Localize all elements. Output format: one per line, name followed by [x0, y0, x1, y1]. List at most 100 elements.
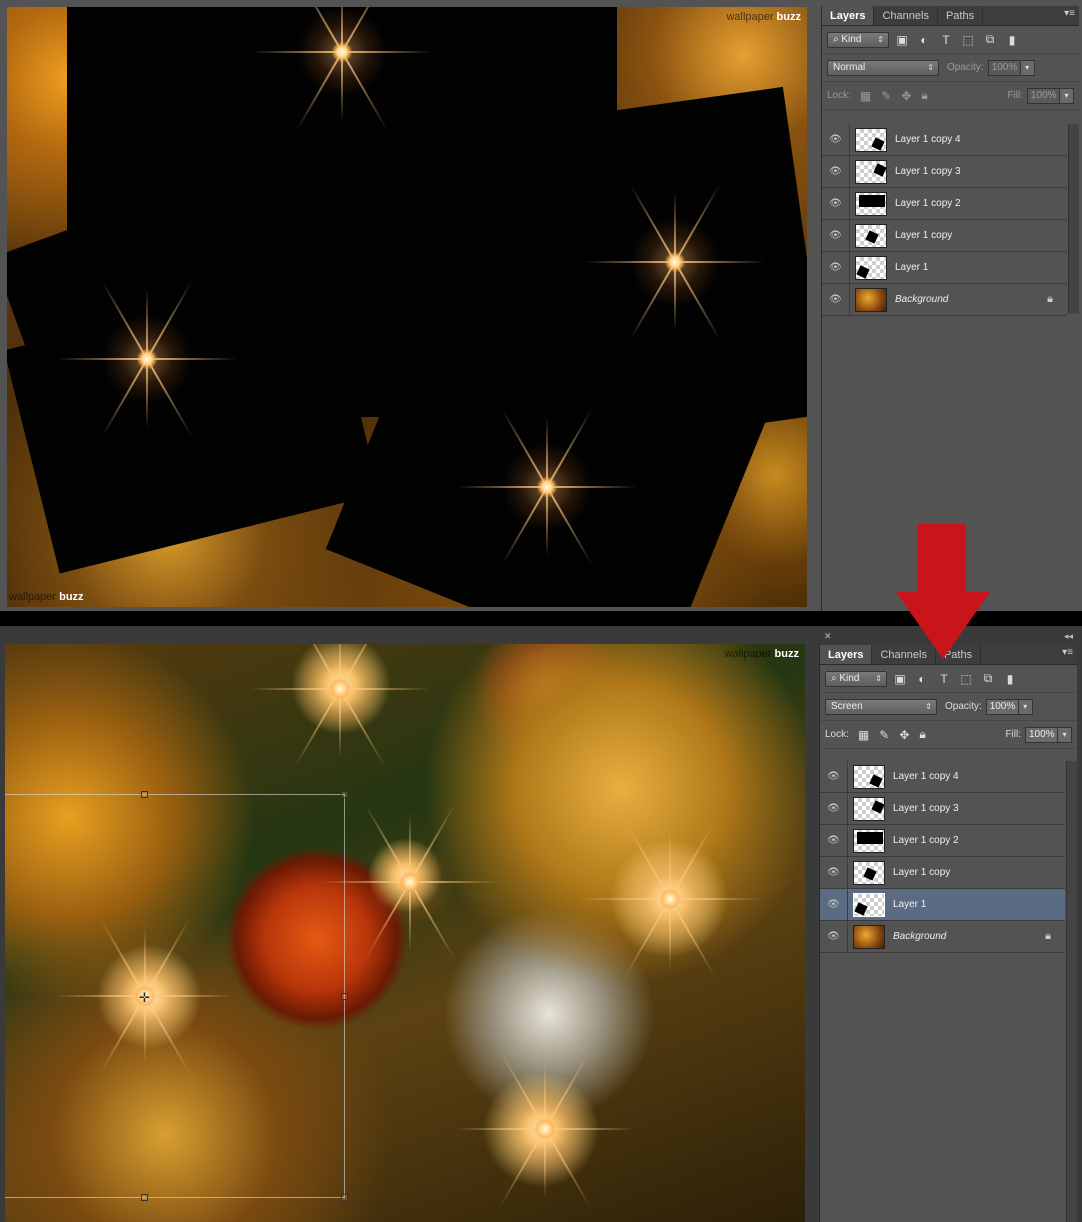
pixel-filter-icon[interactable]: ▣	[891, 670, 909, 688]
panel-menu-icon[interactable]: ▾≡	[1062, 647, 1073, 658]
fill-dropdown[interactable]: ▾	[1060, 87, 1074, 104]
shape-filter-icon[interactable]: ⬚	[957, 670, 975, 688]
tab-paths[interactable]: Paths	[938, 6, 984, 25]
layer-row[interactable]: 👁︎ Layer 1 copy	[822, 219, 1067, 252]
layer-row[interactable]: 👁︎ Background 🔒︎	[822, 283, 1067, 316]
adjustment-filter-icon[interactable]: ◐	[913, 670, 931, 688]
layer-row[interactable]: 👁︎ Layer 1 copy	[820, 856, 1065, 889]
lock-row: Lock: ▦ ✎ ✥ 🔒︎ Fill: 100% ▾	[822, 82, 1079, 110]
fill-dropdown[interactable]: ▾	[1058, 726, 1072, 743]
eye-icon[interactable]: 👁︎	[820, 920, 848, 953]
crosshair-icon[interactable]: ✛	[138, 991, 151, 1004]
collapse-icon[interactable]: ◂◂	[1064, 631, 1073, 642]
type-filter-icon[interactable]: T	[937, 31, 955, 49]
layer-row[interactable]: 👁︎ Layer 1 copy 2	[820, 824, 1065, 857]
filter-row: ⌕ Kind ⇕ ▣ ◐ T ⬚ ⧉ ▮	[820, 665, 1077, 693]
shape-filter-icon[interactable]: ⬚	[959, 31, 977, 49]
document-canvas[interactable]: ✛ wallpaper buzz	[5, 644, 805, 1222]
filter-toggle-icon[interactable]: ▮	[1003, 31, 1021, 49]
down-arrow-icon	[896, 524, 990, 659]
lock-pixels-icon[interactable]: ✎	[879, 728, 889, 742]
eye-icon[interactable]: 👁︎	[822, 219, 850, 252]
padlock-icon: 🔒︎	[1047, 293, 1053, 305]
transform-handle[interactable]	[141, 1194, 148, 1201]
collapse-icon[interactable]: ◂◂	[1066, 0, 1075, 3]
opacity-label: Opacity:	[945, 701, 982, 712]
tab-layers[interactable]: Layers	[820, 645, 873, 664]
pixel-filter-icon[interactable]: ▣	[893, 31, 911, 49]
opacity-dropdown[interactable]: ▾	[1020, 59, 1035, 76]
layer-row[interactable]: 👁︎ Layer 1 copy 4	[822, 123, 1067, 156]
layer-row[interactable]: 👁︎ Layer 1 copy 3	[822, 155, 1067, 188]
layer-thumbnail	[853, 860, 885, 885]
layer-thumbnail	[853, 892, 885, 917]
eye-icon[interactable]: 👁︎	[822, 123, 850, 156]
lock-all-icon[interactable]: 🔒︎	[919, 727, 925, 742]
padlock-icon: 🔒︎	[1045, 930, 1051, 942]
eye-icon[interactable]: 👁︎	[822, 155, 850, 188]
smart-object-filter-icon[interactable]: ⧉	[979, 670, 997, 688]
lock-position-icon[interactable]: ✥	[901, 89, 911, 103]
filter-toggle-icon[interactable]: ▮	[1001, 670, 1019, 688]
transform-handle[interactable]	[141, 791, 148, 798]
opacity-dropdown[interactable]: ▾	[1018, 698, 1033, 715]
panel-menu-icon[interactable]: ▾≡	[1064, 8, 1075, 19]
eye-icon[interactable]: 👁︎	[820, 760, 848, 793]
layer-row[interactable]: 👁︎ Layer 1 copy 4	[820, 760, 1065, 793]
eye-icon[interactable]: 👁︎	[820, 888, 848, 921]
adjustment-filter-icon[interactable]: ◐	[915, 31, 933, 49]
eye-icon[interactable]: 👁︎	[822, 251, 850, 284]
eye-icon[interactable]: 👁︎	[820, 824, 848, 857]
screenshot-after: ✛ wallpaper buzz ✕ ◂◂ Layers Channels Pat…	[0, 626, 1082, 1222]
lock-position-icon[interactable]: ✥	[899, 728, 909, 742]
kind-filter-select[interactable]: ⌕ Kind ⇕	[825, 670, 887, 687]
opacity-input[interactable]: 100%	[987, 59, 1021, 76]
tab-layers[interactable]: Layers	[822, 6, 875, 25]
close-icon[interactable]: ✕	[824, 631, 832, 642]
layers-panel: ✕ ◂◂ Layers Channels Paths ▾≡ ⌕ Kind⇕ ▣ …	[821, 0, 1079, 611]
layer-thumbnail	[855, 127, 887, 152]
lock-transparent-icon[interactable]: ▦	[858, 728, 869, 742]
layers-list: 👁︎ Layer 1 copy 4 👁︎ Layer 1 copy 3 👁︎ L…	[820, 760, 1065, 953]
fill-input[interactable]: 100%	[1025, 726, 1058, 743]
layer-name: Layer 1 copy 2	[893, 835, 959, 846]
scrollbar[interactable]	[1066, 761, 1077, 1222]
scrollbar[interactable]	[1068, 124, 1079, 314]
close-icon[interactable]: ✕	[826, 0, 834, 3]
lock-pixels-icon[interactable]: ✎	[881, 89, 891, 103]
eye-icon[interactable]: 👁︎	[822, 283, 850, 316]
blend-row: Screen ⇕ Opacity: 100% ▾	[820, 693, 1077, 721]
blend-mode-select[interactable]: Normal ⇕	[827, 59, 939, 76]
eye-icon[interactable]: 👁︎	[820, 856, 848, 889]
layer-name: Layer 1 copy 2	[895, 198, 961, 209]
document-canvas[interactable]: wallpaper buzz wallpaper buzz	[7, 7, 807, 607]
kind-filter-select[interactable]: ⌕ Kind ⇕	[827, 31, 889, 48]
opacity-input[interactable]: 100%	[985, 698, 1019, 715]
smart-object-filter-icon[interactable]: ⧉	[981, 31, 999, 49]
layer-thumbnail	[853, 764, 885, 789]
layer-thumbnail	[853, 828, 885, 853]
type-filter-icon[interactable]: T	[935, 670, 953, 688]
lock-row: Lock: ▦ ✎ ✥ 🔒︎ Fill: 100% ▾	[820, 721, 1077, 749]
layer-row[interactable]: 👁︎ Background 🔒︎	[820, 920, 1065, 953]
layer-row[interactable]: 👁︎ Layer 1 copy 2	[822, 187, 1067, 220]
eye-icon[interactable]: 👁︎	[822, 187, 850, 220]
transform-handle[interactable]	[341, 1194, 348, 1201]
transform-handle[interactable]	[341, 993, 348, 1000]
lock-all-icon[interactable]: 🔒︎	[921, 88, 927, 103]
transform-handle[interactable]	[341, 791, 348, 798]
layers-panel: ✕ ◂◂ Layers Channels Paths ▾≡ ⌕ Kind⇕ ▣ …	[819, 631, 1077, 1222]
lock-transparent-icon[interactable]: ▦	[860, 89, 871, 103]
tab-channels[interactable]: Channels	[874, 6, 938, 25]
blend-mode-select[interactable]: Screen ⇕	[825, 698, 937, 715]
layer-name: Layer 1 copy 3	[895, 166, 961, 177]
transform-bounding-box[interactable]: ✛	[5, 791, 348, 1201]
layer-row-selected[interactable]: 👁︎ Layer 1	[820, 888, 1065, 921]
layer-name: Layer 1 copy 4	[893, 771, 959, 782]
panel-title-strip: ✕ ◂◂	[822, 0, 1079, 4]
fill-input[interactable]: 100%	[1027, 87, 1060, 104]
eye-icon[interactable]: 👁︎	[820, 792, 848, 825]
watermark-top-right: wallpaper buzz	[726, 11, 801, 23]
layer-row[interactable]: 👁︎ Layer 1	[822, 251, 1067, 284]
layer-row[interactable]: 👁︎ Layer 1 copy 3	[820, 792, 1065, 825]
